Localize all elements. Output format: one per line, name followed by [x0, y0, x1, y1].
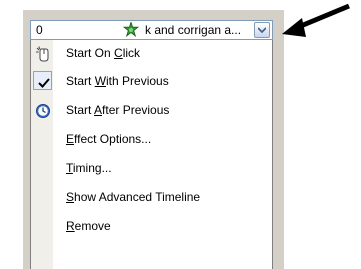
arrow-pointer-icon	[282, 3, 350, 37]
